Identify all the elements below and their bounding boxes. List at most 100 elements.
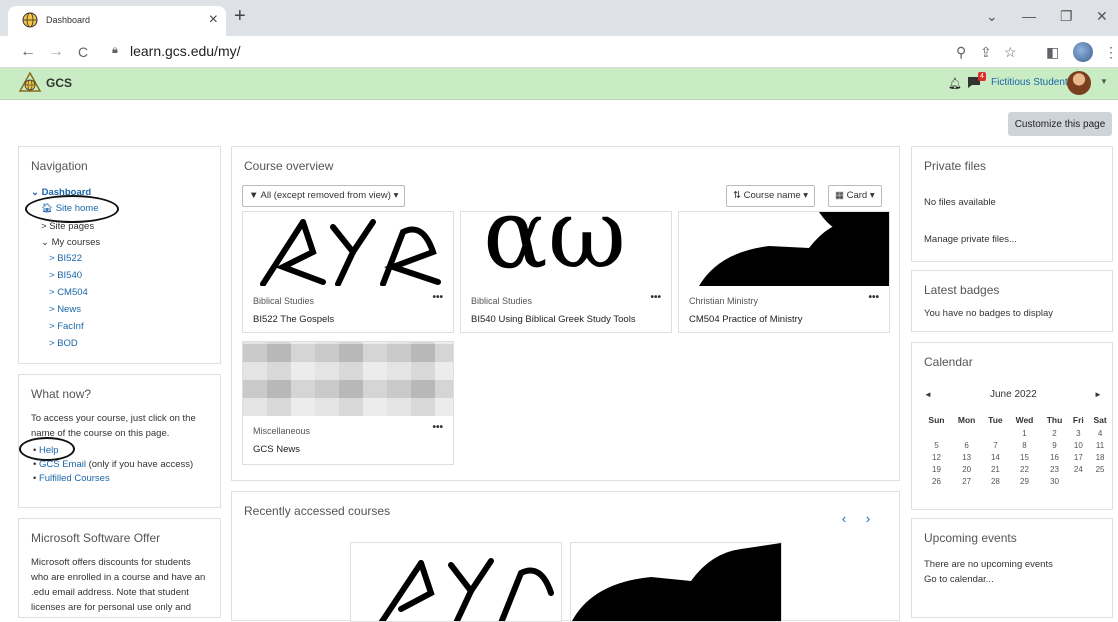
calendar-month[interactable]: June 2022 [990,389,1037,400]
sort-dropdown[interactable]: ⇅ Course name ▾ [726,185,816,207]
course-image-pattern[interactable] [243,342,453,416]
close-window-icon[interactable]: ✕ [1096,8,1108,24]
nav-course-label: BI540 [57,270,83,281]
calendar-day[interactable]: 19 [922,463,951,475]
calendar-day[interactable]: 28 [982,475,1008,487]
url-text: learn.gcs.edu/my/ [130,43,241,59]
course-card-bi522[interactable]: Biblical Studies ••• BI522 The Gospels [242,211,454,333]
reload-button[interactable]: C [78,42,88,62]
calendar-day[interactable]: 22 [1008,463,1040,475]
gcs-logo-icon[interactable] [18,71,42,95]
calendar-next-icon[interactable]: ► [1094,390,1102,399]
calendar-day[interactable]: 11 [1088,439,1112,451]
course-image-silhouette[interactable] [679,212,889,286]
profile-icon[interactable] [1073,42,1093,62]
course-name[interactable]: CM504 Practice of Ministry [689,314,803,325]
calendar-day[interactable]: 3 [1069,427,1089,439]
view-dropdown[interactable]: ▦ Card ▾ [828,185,882,207]
manage-files-link[interactable]: Manage private files... [924,234,1017,245]
recent-course-card[interactable] [350,542,562,622]
grid-icon: ▦ [835,190,844,201]
calendar-day[interactable]: 18 [1088,451,1112,463]
course-card-cm504[interactable]: Christian Ministry ••• CM504 Practice of… [678,211,890,333]
bell-icon[interactable]: 🔔︎ [948,77,962,90]
calendar-prev-icon[interactable]: ◄ [924,390,932,399]
calendar-day [1069,475,1089,487]
course-menu-icon[interactable]: ••• [432,292,443,303]
customize-page-button[interactable]: Customize this page [1008,112,1112,136]
calendar-day[interactable]: 25 [1088,463,1112,475]
calendar-day[interactable]: 12 [922,451,951,463]
nav-course-facinf[interactable]: > FacInf [49,321,84,332]
calendar-day[interactable]: 20 [951,463,982,475]
nav-course-bod[interactable]: > BOD [49,338,78,349]
calendar-day[interactable]: 16 [1041,451,1069,463]
nav-course-bi540[interactable]: > BI540 [49,270,82,281]
fulfilled-courses-link[interactable]: Fulfilled Courses [39,473,110,484]
sort-label: Course name [743,190,801,201]
nav-course-cm504[interactable]: > CM504 [49,287,88,298]
avatar[interactable] [1067,71,1091,95]
calendar-day[interactable]: 26 [922,475,951,487]
new-tab-button[interactable]: + [234,6,246,26]
goto-calendar-link[interactable]: Go to calendar... [924,574,994,585]
share-icon[interactable]: ⇪ [980,44,992,60]
nav-course-bi522[interactable]: > BI522 [49,253,82,264]
course-menu-icon[interactable]: ••• [868,292,879,303]
course-name[interactable]: BI522 The Gospels [253,314,334,325]
navigation-title: Navigation [31,159,88,173]
course-image-alpha-omega[interactable]: αω [461,212,671,286]
calendar-day[interactable]: 2 [1041,427,1069,439]
calendar-day[interactable]: 27 [951,475,982,487]
calendar-day[interactable]: 14 [982,451,1008,463]
sidebar-icon[interactable]: ◧ [1046,44,1059,60]
course-card-bi540[interactable]: αω Biblical Studies ••• BI540 Using Bibl… [460,211,672,333]
tab-search-icon[interactable]: ⌄ [986,8,998,24]
forward-button[interactable]: → [48,42,64,62]
course-image-greek-letters[interactable] [243,212,453,286]
no-events-text: There are no upcoming events [924,559,1053,570]
course-card-gcs-news[interactable]: Miscellaneous ••• GCS News [242,341,454,465]
course-name[interactable]: BI540 Using Biblical Greek Study Tools [471,314,636,325]
calendar-day[interactable]: 5 [922,439,951,451]
back-button[interactable]: ← [20,42,36,62]
kebab-menu-icon[interactable]: ⋮ [1104,44,1118,60]
course-menu-icon[interactable]: ••• [432,422,443,433]
calendar-day[interactable]: 4 [1088,427,1112,439]
calendar-day[interactable]: 8 [1008,439,1040,451]
calendar-day[interactable]: 10 [1069,439,1089,451]
recent-course-card[interactable] [570,542,782,622]
restore-icon[interactable]: ❐ [1060,8,1073,24]
calendar-day[interactable]: 21 [982,463,1008,475]
calendar-day[interactable]: 29 [1008,475,1040,487]
user-name[interactable]: Fictitious Student [991,77,1068,88]
calendar-day[interactable]: 15 [1008,451,1040,463]
nav-course-news[interactable]: > News [49,304,81,315]
minimize-icon[interactable]: — [1022,8,1036,24]
calendar-day-header: Fri [1072,415,1084,425]
grouping-dropdown[interactable]: ▼ All (except removed from view) ▾ [242,185,406,207]
nav-my-courses[interactable]: ⌄ My courses [41,237,100,248]
course-menu-icon[interactable]: ••• [650,292,661,303]
chevron-down-icon[interactable]: ▼ [1100,77,1108,86]
calendar-day[interactable]: 13 [951,451,982,463]
calendar-day[interactable]: 9 [1041,439,1069,451]
calendar-day[interactable]: 30 [1041,475,1069,487]
carousel-prev-icon[interactable]: ‹ [834,510,854,528]
tab-close-icon[interactable]: × [209,10,218,30]
calendar-week: 19 20 21 22 23 24 25 [922,463,1112,475]
course-name[interactable]: GCS News [253,444,300,455]
calendar-day[interactable]: 24 [1069,463,1089,475]
calendar-day[interactable]: 6 [951,439,982,451]
zoom-icon[interactable]: ⚲ [956,44,966,60]
calendar-day[interactable]: 7 [982,439,1008,451]
calendar-day[interactable]: 17 [1069,451,1089,463]
url-field[interactable]: 🔒︎ learn.gcs.edu/my/ [102,40,922,64]
star-icon[interactable]: ☆ [1004,44,1017,60]
course-overview-block: Course overview ▼ All (except removed fr… [231,146,900,481]
site-brand[interactable]: GCS [46,76,72,90]
browser-tab-dashboard[interactable]: Dashboard × [8,6,226,36]
carousel-next-icon[interactable]: › [858,510,878,528]
calendar-day[interactable]: 23 [1041,463,1069,475]
calendar-day[interactable]: 1 [1008,427,1040,439]
